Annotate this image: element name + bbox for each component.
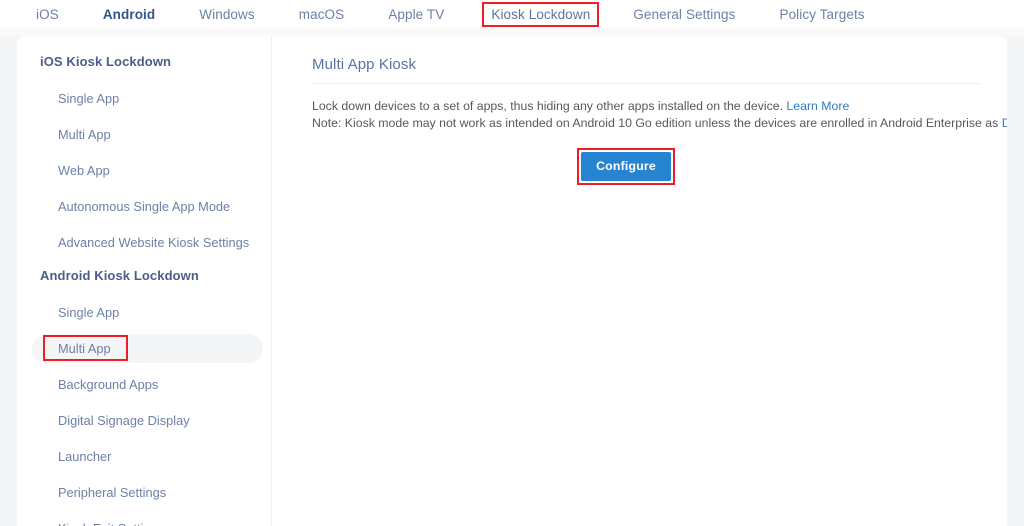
- tab-label: Windows: [199, 6, 255, 22]
- tab-ios[interactable]: iOS: [30, 4, 65, 25]
- tab-label: General Settings: [633, 6, 736, 22]
- description-text: Lock down devices to a set of apps, thus…: [312, 99, 787, 113]
- tab-android[interactable]: Android: [97, 4, 161, 25]
- configure-button-wrapper: Configure: [577, 148, 675, 185]
- sidebar-item-ios-single-app[interactable]: Single App: [32, 84, 263, 113]
- sidebar-item-android-peripheral-settings[interactable]: Peripheral Settings: [32, 478, 263, 507]
- note-line: Note: Kiosk mode may not work as intende…: [312, 115, 1007, 132]
- sidebar-item-ios-advanced-website-kiosk-settings[interactable]: Advanced Website Kiosk Settings: [32, 228, 263, 257]
- configure-button[interactable]: Configure: [581, 152, 671, 181]
- sidebar-item-label: Web App: [58, 163, 110, 178]
- tab-label: Policy Targets: [779, 6, 865, 22]
- sidebar-item-label: Kiosk Exit Settings: [58, 521, 164, 526]
- tab-general-settings[interactable]: General Settings: [627, 4, 741, 25]
- tab-label: Apple TV: [388, 6, 445, 22]
- sidebar-item-android-background-apps[interactable]: Background Apps: [32, 370, 263, 399]
- app-root: iOS Android Windows macOS Apple TV Kiosk…: [0, 0, 1024, 526]
- main-content: Multi App Kiosk Lock down devices to a s…: [273, 36, 1007, 526]
- sidebar-item-label: Background Apps: [58, 377, 159, 392]
- tab-windows[interactable]: Windows: [193, 4, 260, 25]
- sidebar-item-android-kiosk-exit-settings[interactable]: Kiosk Exit Settings: [32, 514, 263, 526]
- sidebar-item-label: Single App: [58, 91, 120, 106]
- kiosk-sidebar: iOS Kiosk Lockdown Single App Multi App …: [17, 36, 272, 526]
- page-title: Multi App Kiosk: [312, 56, 980, 84]
- sidebar-item-label: Advanced Website Kiosk Settings: [58, 235, 250, 250]
- sidebar-item-label: Autonomous Single App Mode: [58, 199, 231, 214]
- content-body: Lock down devices to a set of apps, thus…: [312, 84, 1007, 185]
- tab-label: Kiosk Lockdown: [491, 6, 591, 22]
- learn-more-link[interactable]: Learn More: [786, 99, 849, 113]
- sidebar-group-title-ios: iOS Kiosk Lockdown: [40, 54, 172, 69]
- sidebar-item-android-digital-signage-display[interactable]: Digital Signage Display: [32, 406, 263, 435]
- content-card: iOS Kiosk Lockdown Single App Multi App …: [17, 36, 1007, 526]
- sidebar-item-label: Multi App: [58, 341, 111, 356]
- device-owner-link[interactable]: Device Owner: [1002, 116, 1007, 130]
- tab-macos[interactable]: macOS: [293, 4, 351, 25]
- note-text: Note: Kiosk mode may not work as intende…: [312, 116, 1002, 130]
- sidebar-item-label: Launcher: [58, 449, 112, 464]
- sidebar-group-title-android: Android Kiosk Lockdown: [40, 268, 199, 283]
- tab-apple-tv[interactable]: Apple TV: [382, 4, 450, 25]
- sidebar-item-android-multi-app[interactable]: Multi App: [32, 334, 263, 363]
- sidebar-item-label: Digital Signage Display: [58, 413, 190, 428]
- description-line: Lock down devices to a set of apps, thus…: [312, 98, 980, 115]
- sidebar-item-android-launcher[interactable]: Launcher: [32, 442, 263, 471]
- sidebar-item-ios-web-app[interactable]: Web App: [32, 156, 263, 185]
- platform-tab-bar: iOS Android Windows macOS Apple TV Kiosk…: [0, 0, 1024, 28]
- tab-label: iOS: [36, 6, 59, 22]
- sidebar-item-ios-autonomous-single-app-mode[interactable]: Autonomous Single App Mode: [32, 192, 263, 221]
- tab-label: macOS: [298, 6, 345, 22]
- sidebar-item-label: Multi App: [58, 127, 111, 142]
- tab-policy-targets[interactable]: Policy Targets: [773, 4, 870, 25]
- sidebar-item-label: Peripheral Settings: [58, 485, 167, 500]
- tab-label: Android: [102, 6, 156, 22]
- sidebar-item-label: Single App: [58, 305, 120, 320]
- tab-kiosk-lockdown[interactable]: Kiosk Lockdown: [482, 1, 600, 27]
- sidebar-item-android-single-app[interactable]: Single App: [32, 298, 263, 327]
- configure-button-row: Configure: [312, 148, 980, 185]
- sidebar-item-ios-multi-app[interactable]: Multi App: [32, 120, 263, 149]
- tab-bar-divider: [0, 28, 1024, 36]
